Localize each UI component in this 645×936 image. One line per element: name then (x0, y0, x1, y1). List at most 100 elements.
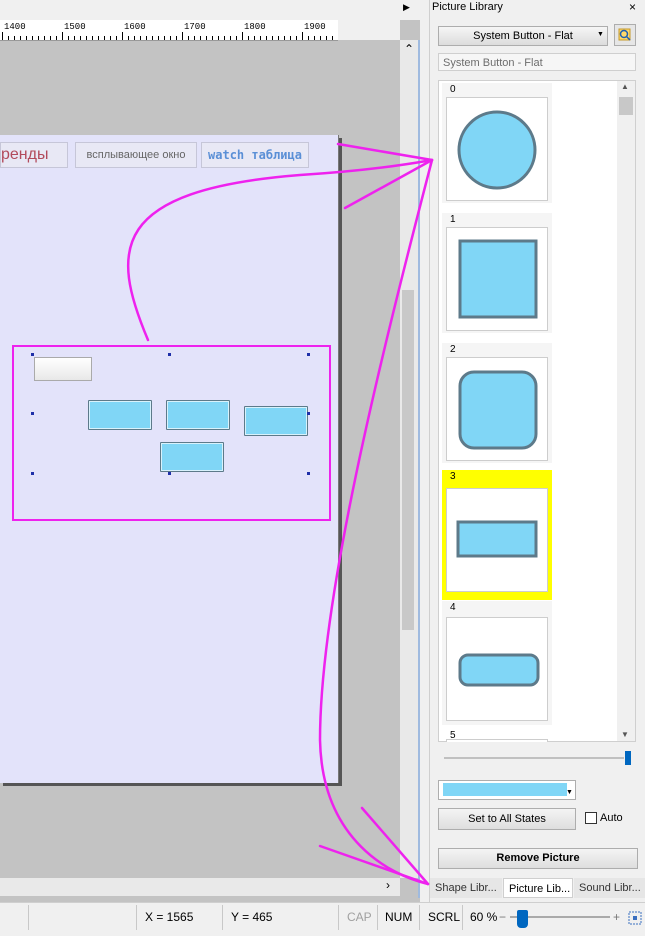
picture-item-2[interactable]: 2 (442, 343, 552, 463)
x-coordinate-readout: X = 1565 (145, 910, 194, 924)
tab-shape-library[interactable]: Shape Libr... (430, 878, 502, 898)
remove-picture-button[interactable]: Remove Picture (438, 848, 638, 869)
ruler-tick (296, 36, 297, 40)
expand-arrow-icon[interactable]: ▶ (403, 2, 410, 13)
ruler-tick (158, 36, 159, 40)
ruler-tick (140, 36, 141, 40)
ruler-tick (50, 36, 51, 40)
ruler-tick (110, 36, 111, 40)
picture-size-slider-thumb[interactable] (625, 751, 631, 765)
ruler-tick (62, 32, 63, 40)
auto-checkbox[interactable] (585, 812, 597, 824)
ruler-tick (212, 36, 213, 40)
tab-picture-library[interactable]: Picture Lib... (503, 878, 573, 898)
square-button-picture (458, 239, 538, 319)
ruler-tick (122, 32, 123, 40)
trends-tab-button[interactable]: ренды (0, 142, 68, 168)
picture-size-slider[interactable] (444, 757, 624, 759)
fill-color-swatch (443, 783, 567, 796)
ruler-tick (206, 36, 207, 40)
picture-item-5[interactable]: 5 (442, 730, 552, 742)
status-divider (222, 905, 223, 930)
ruler-tick (230, 36, 231, 40)
ruler-tick (86, 36, 87, 40)
ruler-tick (188, 36, 189, 40)
ruler-tick (134, 36, 135, 40)
close-icon[interactable]: × (629, 0, 636, 14)
status-divider (462, 905, 463, 930)
tab-sound-library[interactable]: Sound Libr... (574, 878, 645, 898)
scroll-up-icon[interactable]: ⌃ (400, 42, 418, 56)
ruler-tick (176, 36, 177, 40)
picture-index: 4 (450, 602, 456, 613)
ruler-tick (266, 36, 267, 40)
ruler-tick (32, 36, 33, 40)
library-name-field: System Button - Flat (438, 53, 636, 71)
ruler-tick (248, 36, 249, 40)
ruler-tick (116, 36, 117, 40)
ruler-tick (14, 36, 15, 40)
ruler-tick (254, 36, 255, 40)
ruler-tick (290, 36, 291, 40)
zoom-slider-thumb[interactable] (517, 910, 528, 928)
scroll-up-icon[interactable]: ▲ (621, 82, 629, 91)
horizontal-ruler: 1400 1500 1600 1700 1800 1900 (0, 20, 338, 41)
status-divider (136, 905, 137, 930)
status-divider (28, 905, 29, 930)
design-scroll-thumb[interactable] (402, 290, 414, 630)
library-dropdown[interactable]: System Button - Flat (438, 26, 608, 46)
ruler-tick (326, 36, 327, 40)
scroll-down-icon[interactable]: ▼ (621, 730, 629, 739)
scroll-right-icon[interactable]: › (386, 878, 390, 892)
picture-list-scrollbar[interactable] (617, 81, 635, 741)
ruler-tick (218, 36, 219, 40)
ruler-tick (272, 36, 273, 40)
status-bar (0, 902, 645, 936)
zoom-in-icon[interactable]: + (613, 910, 620, 924)
ruler-tick (332, 36, 333, 40)
ruler-tick (44, 36, 45, 40)
set-to-all-states-button[interactable]: Set to All States (438, 808, 576, 830)
panel-splitter[interactable] (418, 40, 420, 898)
fit-window-icon-graphic (628, 911, 642, 925)
ruler-tick (104, 36, 105, 40)
status-divider (419, 905, 420, 930)
ruler-label: 1800 (244, 22, 266, 32)
pill-button-picture (458, 653, 540, 687)
browse-library-button[interactable] (614, 24, 636, 46)
design-horizontal-scrollbar[interactable] (0, 878, 400, 896)
chevron-down-icon[interactable]: ▼ (566, 789, 573, 796)
popup-window-tab-button[interactable]: всплывающее окно (75, 142, 197, 168)
ruler-tick (128, 36, 129, 40)
ruler-tick (314, 36, 315, 40)
top-strip (0, 0, 420, 20)
status-divider (377, 905, 378, 930)
circle-button-picture (457, 110, 537, 190)
zoom-out-icon[interactable]: − (499, 910, 506, 924)
ruler-tick (242, 32, 243, 40)
y-coordinate-readout: Y = 465 (231, 910, 273, 924)
picture-item-0[interactable]: 0 (442, 83, 552, 203)
picture-item-3-selected[interactable]: 3 (442, 470, 552, 600)
auto-label: Auto (600, 812, 623, 824)
fit-to-window-icon[interactable] (627, 910, 643, 929)
ruler-tick (182, 32, 183, 40)
zoom-percent: 60 % (470, 910, 498, 924)
panel-title: Picture Library (432, 1, 503, 13)
ruler-label: 1400 (4, 22, 26, 32)
ruler-tick (8, 36, 9, 40)
ruler-tick (74, 36, 75, 40)
ruler-tick (308, 36, 309, 40)
num-lock-indicator: NUM (385, 910, 413, 924)
picture-list-scroll-thumb[interactable] (619, 97, 633, 115)
rectangle-button-picture (456, 520, 538, 558)
picture-item-4[interactable]: 4 (442, 601, 552, 725)
watch-table-tab-button[interactable]: watch таблица (201, 142, 309, 168)
rounded-square-button-picture (458, 370, 538, 450)
ruler-tick (2, 32, 3, 40)
picture-item-1[interactable]: 1 (442, 213, 552, 333)
chevron-down-icon[interactable]: ▼ (597, 31, 604, 38)
ruler-tick (146, 36, 147, 40)
ruler-tick (80, 36, 81, 40)
ruler-tick (320, 36, 321, 40)
